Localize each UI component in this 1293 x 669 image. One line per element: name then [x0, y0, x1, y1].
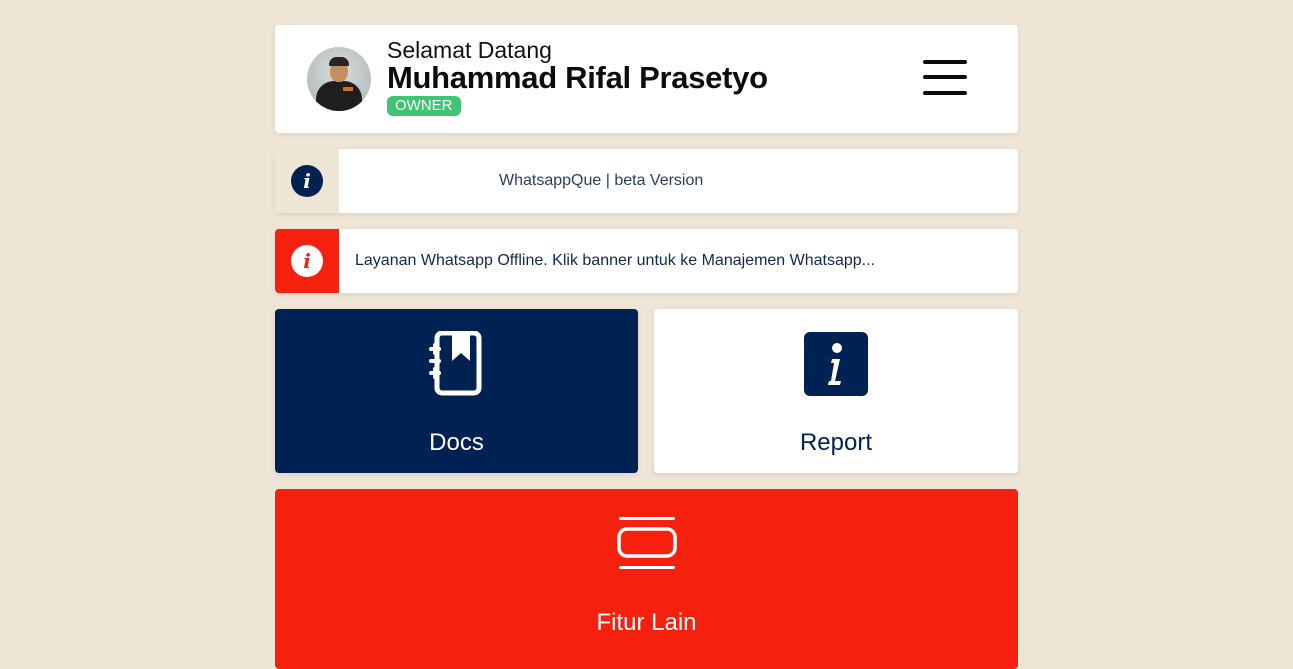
- profile-header: Selamat Datang Muhammad Rifal Prasetyo O…: [275, 25, 1018, 133]
- role-badge: OWNER: [387, 96, 461, 116]
- notebook-bookmark-icon: [428, 331, 481, 396]
- docs-tile[interactable]: Docs: [275, 309, 638, 473]
- info-icon: i: [291, 165, 323, 197]
- alert-banner-text: Layanan Whatsapp Offline. Klik banner un…: [355, 252, 876, 269]
- carousel-icon: [616, 517, 677, 569]
- user-name: Muhammad Rifal Prasetyo: [387, 60, 768, 95]
- report-label: Report: [799, 429, 873, 456]
- info-banner: i WhatsappQue | beta Version: [275, 149, 1018, 213]
- alert-banner-side: i: [275, 229, 339, 293]
- report-tile[interactable]: Report: [654, 309, 1018, 473]
- avatar[interactable]: [307, 47, 371, 111]
- info-banner-side: i: [275, 149, 339, 213]
- dashboard: Selamat Datang Muhammad Rifal Prasetyo O…: [275, 25, 1018, 669]
- docs-label: Docs: [429, 429, 484, 456]
- fitur-lain-tile[interactable]: Fitur Lain: [275, 489, 1018, 669]
- hamburger-menu-icon[interactable]: [923, 58, 969, 98]
- info-banner-text: WhatsappQue | beta Version: [499, 172, 704, 189]
- info-icon: i: [291, 245, 323, 277]
- whatsapp-offline-banner[interactable]: i Layanan Whatsapp Offline. Klik banner …: [275, 229, 1018, 293]
- fitur-lain-label: Fitur Lain: [596, 609, 697, 636]
- info-square-icon: [804, 332, 868, 396]
